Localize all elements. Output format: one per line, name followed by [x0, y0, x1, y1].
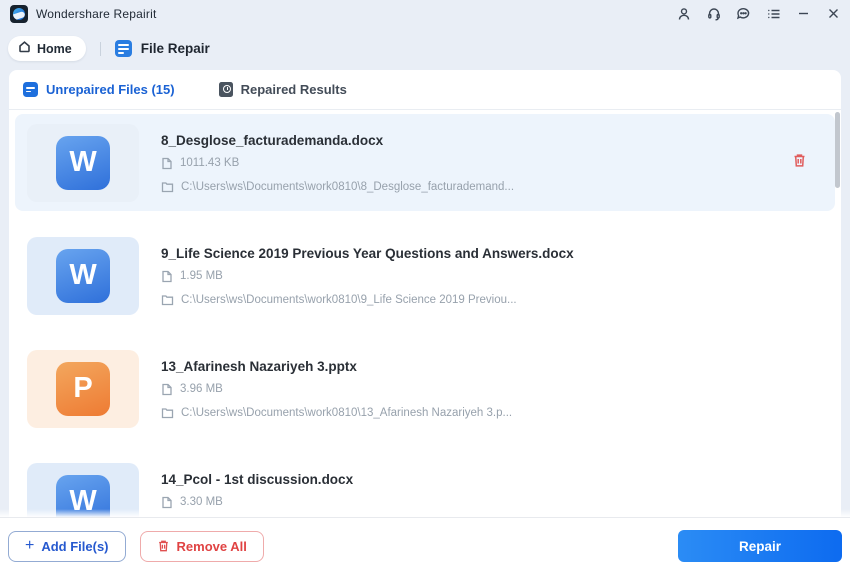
file-row[interactable]: W 9_Life Science 2019 Previous Year Ques… — [15, 227, 835, 324]
file-type-icon: W — [56, 248, 110, 303]
file-list: W 8_Desglose_facturademanda.docx 1011.43… — [9, 110, 841, 517]
repaired-results-icon — [218, 82, 233, 97]
nav-tab-bar: Home File Repair — [0, 27, 850, 70]
file-row[interactable]: W 8_Desglose_facturademanda.docx 1011.43… — [15, 114, 835, 211]
file-info: 14_Pcol - 1st discussion.docx 3.30 MB — [161, 472, 353, 518]
content-card: Unrepaired Files (15) Repaired Results W… — [9, 70, 841, 517]
file-thumbnail: W — [27, 123, 139, 202]
file-info: 8_Desglose_facturademanda.docx 1011.43 K… — [161, 133, 514, 193]
file-size-line: 3.96 MB — [161, 383, 512, 396]
file-row[interactable]: P 13_Afarinesh Nazariyeh 3.pptx 3.96 MB … — [15, 340, 835, 437]
file-type-icon: W — [56, 474, 110, 517]
file-type-icon: P — [56, 361, 110, 416]
support-headset-icon[interactable] — [705, 5, 722, 22]
add-files-button[interactable]: + Add File(s) — [8, 530, 126, 562]
remove-all-button[interactable]: Remove All — [139, 530, 264, 562]
tab-unrepaired-files[interactable]: Unrepaired Files (15) — [23, 82, 175, 97]
tab-repaired-results-label: Repaired Results — [240, 82, 347, 97]
footer-bar: + Add File(s) Remove All Repair — [0, 509, 850, 574]
tab-separator — [99, 41, 101, 56]
file-name: 13_Afarinesh Nazariyeh 3.pptx — [161, 358, 357, 374]
file-name: 14_Pcol - 1st discussion.docx — [161, 471, 354, 487]
file-size: 1.95 MB — [180, 270, 223, 282]
file-page-icon — [162, 383, 172, 395]
file-path: C:\Users\ws\Documents\work0810\9_Life Sc… — [181, 293, 517, 306]
tab-repaired-results[interactable]: Repaired Results — [218, 82, 347, 97]
repair-label: Repair — [738, 538, 782, 554]
file-page-icon — [162, 157, 172, 169]
list-tabs: Unrepaired Files (15) Repaired Results — [9, 70, 841, 110]
repair-button[interactable]: Repair — [678, 530, 842, 562]
feedback-icon[interactable] — [735, 5, 752, 22]
app-title: Wondershare Repairit — [36, 6, 157, 21]
tab-home[interactable]: Home — [8, 36, 86, 61]
tab-file-repair-label: File Repair — [140, 41, 210, 56]
close-icon[interactable] — [825, 5, 842, 22]
file-repair-icon — [114, 40, 132, 57]
file-row[interactable]: W 14_Pcol - 1st discussion.docx 3.30 MB — [15, 453, 835, 517]
tab-unrepaired-files-label: Unrepaired Files (15) — [46, 82, 175, 97]
home-icon — [18, 40, 31, 58]
file-size: 3.96 MB — [180, 383, 223, 395]
file-size-line: 3.30 MB — [161, 496, 353, 509]
plus-icon: + — [25, 537, 35, 554]
file-path: C:\Users\ws\Documents\work0810\13_Afarin… — [181, 406, 513, 419]
app-logo-icon — [10, 4, 28, 23]
file-size-line: 1.95 MB — [161, 270, 574, 283]
file-size: 1011.43 KB — [180, 157, 240, 169]
account-icon[interactable] — [675, 5, 692, 22]
folder-icon — [161, 407, 174, 418]
unrepaired-files-icon — [23, 82, 38, 97]
folder-icon — [161, 294, 174, 305]
file-path-line: C:\Users\ws\Documents\work0810\13_Afarin… — [161, 407, 512, 419]
remove-all-label: Remove All — [176, 538, 247, 554]
file-page-icon — [162, 270, 172, 282]
file-size-line: 1011.43 KB — [161, 157, 514, 170]
file-path-line: C:\Users\ws\Documents\work0810\8_Desglos… — [161, 181, 514, 193]
add-files-label: Add File(s) — [41, 538, 109, 554]
file-thumbnail: P — [27, 349, 139, 428]
file-info: 9_Life Science 2019 Previous Year Questi… — [161, 246, 574, 306]
file-name: 8_Desglose_facturademanda.docx — [161, 132, 384, 148]
folder-icon — [161, 181, 174, 192]
trash-icon — [158, 540, 168, 552]
file-path-line: C:\Users\ws\Documents\work0810\9_Life Sc… — [161, 294, 574, 306]
file-page-icon — [162, 496, 172, 508]
delete-file-icon[interactable] — [792, 152, 807, 173]
file-name: 9_Life Science 2019 Previous Year Questi… — [161, 245, 574, 261]
scrollbar-thumb[interactable] — [835, 112, 840, 188]
title-bar: Wondershare Repairit — [0, 0, 850, 27]
file-thumbnail: W — [27, 462, 139, 517]
tab-home-label: Home — [37, 41, 72, 56]
tab-file-repair[interactable]: File Repair — [114, 40, 210, 57]
file-path: C:\Users\ws\Documents\work0810\8_Desglos… — [181, 180, 515, 193]
file-size: 3.30 MB — [180, 496, 223, 508]
file-info: 13_Afarinesh Nazariyeh 3.pptx 3.96 MB C:… — [161, 359, 512, 419]
menu-list-icon[interactable] — [765, 5, 782, 22]
file-thumbnail: W — [27, 236, 139, 315]
minimize-icon[interactable] — [795, 5, 812, 22]
file-type-icon: W — [56, 135, 110, 190]
